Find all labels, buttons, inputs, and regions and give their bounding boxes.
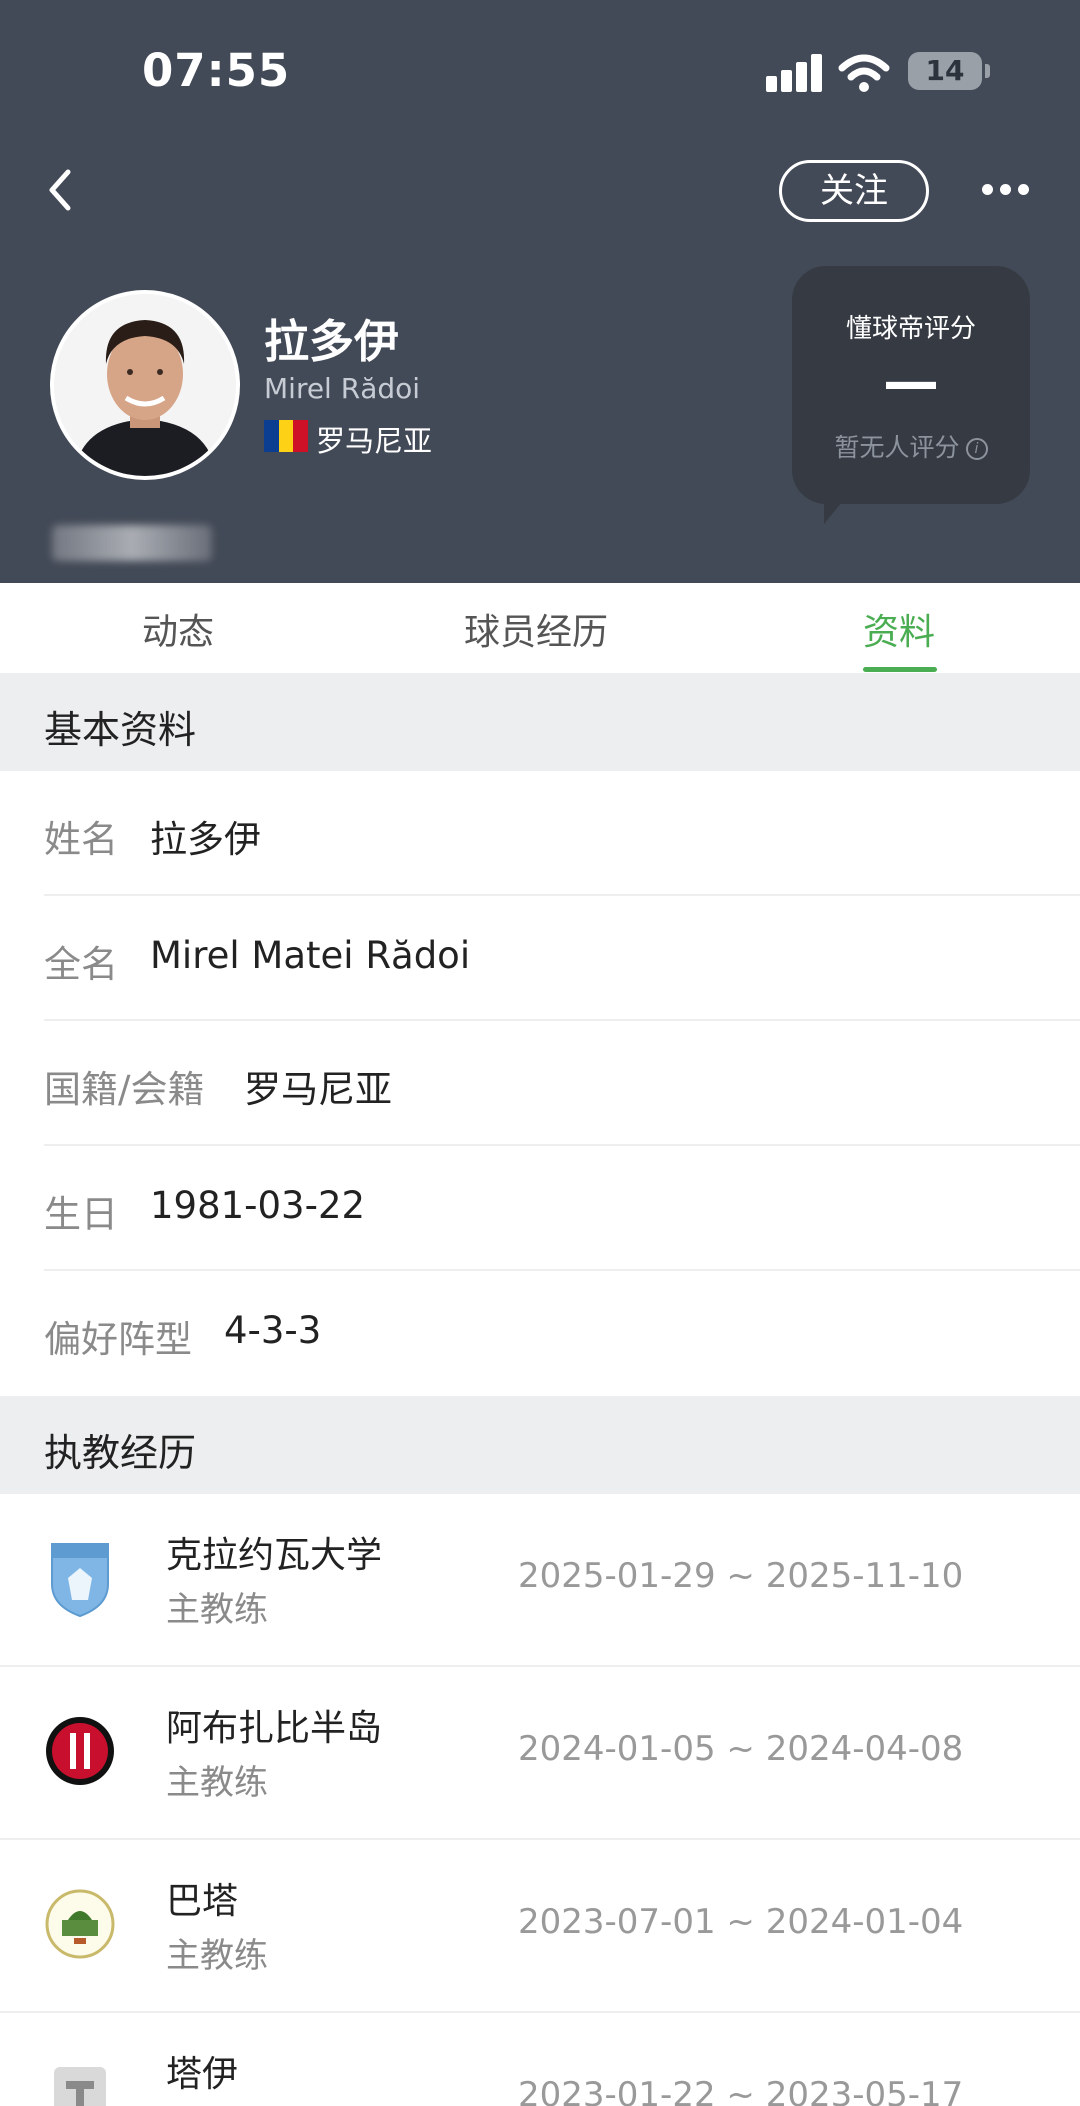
info-label: 姓名 <box>44 818 118 861</box>
tab-bar: 动态 球员经历 资料 <box>0 583 1080 673</box>
section-basic-info: 基本资料 <box>0 673 1080 771</box>
info-row-birthday: 生日 1981-03-22 <box>0 1146 1080 1271</box>
club-role: 主教练 <box>166 1936 268 1976</box>
coach-name-en: Mirel Rădoi <box>264 372 421 405</box>
rating-card[interactable]: 懂球帝评分 — 暂无人评分 i <box>792 266 1030 524</box>
coaching-item[interactable]: 阿布扎比半岛 主教练 2024-01-05 ~ 2024-04-08 <box>0 1667 1080 1840</box>
club-role: 主教练 <box>166 2101 268 2106</box>
tab-feed[interactable]: 动态 <box>142 603 214 655</box>
info-label: 偏好阵型 <box>44 1318 192 1361</box>
info-row-formation: 偏好阵型 4-3-3 <box>0 1271 1080 1396</box>
info-value: 4-3-3 <box>224 1309 322 1352</box>
coaching-period: 2023-01-22 ~ 2023-05-17 <box>518 2075 964 2106</box>
info-value: Mirel Matei Rădoi <box>150 934 471 977</box>
cellular-signal-icon <box>766 52 824 92</box>
info-label: 国籍/会籍 <box>44 1068 205 1111</box>
active-tab-indicator <box>863 667 937 672</box>
rating-note: 暂无人评分 i <box>792 428 1030 464</box>
info-value: 拉多伊 <box>150 818 261 861</box>
coach-avatar <box>50 290 240 480</box>
info-row-full-name: 全名 Mirel Matei Rădoi <box>0 896 1080 1021</box>
club-logo-craiova-icon <box>51 1543 109 1618</box>
section-title: 执教经历 <box>44 1431 197 1475</box>
battery-icon: 14 <box>908 52 990 90</box>
club-logo-al-taee-icon <box>54 2067 106 2106</box>
tab-profile[interactable]: 资料 <box>863 603 935 655</box>
coaching-period: 2024-01-05 ~ 2024-04-08 <box>518 1729 964 1769</box>
info-row-nationality: 国籍/会籍 罗马尼亚 <box>0 1021 1080 1146</box>
info-label: 生日 <box>44 1193 118 1236</box>
coaching-period: 2025-01-29 ~ 2025-11-10 <box>518 1556 964 1596</box>
rating-title: 懂球帝评分 <box>845 314 976 344</box>
section-coaching-history: 执教经历 <box>0 1396 1080 1494</box>
info-row-name: 姓名 拉多伊 <box>0 771 1080 896</box>
coaching-item[interactable]: 巴塔 主教练 2023-07-01 ~ 2024-01-04 <box>0 1840 1080 2013</box>
info-icon[interactable]: i <box>965 438 988 460</box>
club-role: 主教练 <box>166 1590 268 1630</box>
club-name: 阿布扎比半岛 <box>166 1708 383 1749</box>
romania-flag-icon <box>264 420 309 452</box>
info-value: 罗马尼亚 <box>244 1068 392 1111</box>
club-name: 巴塔 <box>166 1881 239 1922</box>
club-name: 塔伊 <box>166 2054 239 2095</box>
profile-header: 07:55 14 关注 拉多伊 Mirel Rădoi 罗马尼亚 懂球帝评分 —… <box>0 0 1080 583</box>
club-logo-al-jazira-icon <box>46 1717 114 1785</box>
battery-level: 14 <box>925 54 965 87</box>
follow-button[interactable]: 关注 <box>779 160 929 222</box>
coach-name: 拉多伊 <box>264 315 400 368</box>
coaching-period: 2023-07-01 ~ 2024-01-04 <box>518 1902 964 1942</box>
info-label: 全名 <box>44 943 118 986</box>
coaching-item[interactable]: 塔伊 主教练 2023-01-22 ~ 2023-05-17 <box>0 2013 1080 2106</box>
coach-nationality: 罗马尼亚 <box>316 424 433 458</box>
club-name: 克拉约瓦大学 <box>166 1535 383 1576</box>
club-logo-batha-icon <box>45 1889 115 1959</box>
tab-player-career[interactable]: 球员经历 <box>464 603 608 655</box>
rating-value: — <box>883 350 939 415</box>
coaching-item[interactable]: 克拉约瓦大学 主教练 2025-01-29 ~ 2025-11-10 <box>0 1494 1080 1667</box>
section-title: 基本资料 <box>44 708 197 752</box>
back-arrow-icon[interactable] <box>40 160 80 220</box>
more-options-icon[interactable] <box>980 178 1030 204</box>
club-role: 主教练 <box>166 1763 268 1803</box>
status-time: 07:55 <box>142 44 291 97</box>
status-bar: 07:55 14 <box>0 0 1080 140</box>
blurred-text <box>52 525 212 561</box>
wifi-icon <box>838 54 890 92</box>
info-value: 1981-03-22 <box>150 1184 366 1227</box>
rating-note-text: 暂无人评分 <box>834 433 960 462</box>
